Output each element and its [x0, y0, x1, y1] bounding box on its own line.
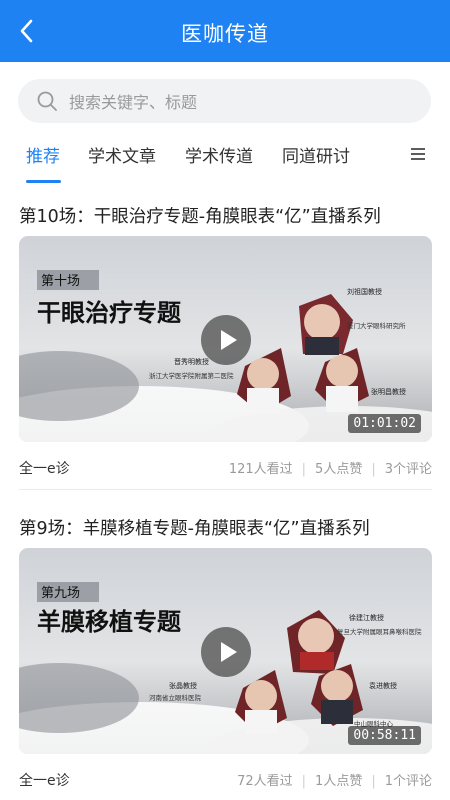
play-button[interactable]	[201, 315, 251, 365]
active-tab-indicator	[26, 180, 61, 183]
search-bar[interactable]	[18, 79, 431, 125]
play-button[interactable]	[201, 627, 251, 677]
category-tabs: 推荐 学术文章 学术传道 同道研讨	[0, 138, 450, 186]
like-count: 1人点赞	[315, 774, 363, 789]
expert-org: 河南省立眼科医院	[149, 693, 202, 702]
expert-name: 徐建江教授	[349, 613, 384, 622]
video-duration: 00:58:11	[348, 726, 421, 745]
video-title[interactable]: 第9场：羊膜移植专题-角膜眼表“亿”直播系列	[19, 515, 370, 540]
app-header: 医咖传道	[0, 0, 450, 62]
thumbnail-topic: 干眼治疗专题	[37, 298, 181, 327]
video-stats: 72人看过 | 1人点赞 | 1个评论	[237, 770, 432, 789]
video-duration: 01:01:02	[348, 414, 421, 433]
expert-name: 刘祖国教授	[347, 287, 382, 296]
expert-org: 厦门大学眼科研究所	[347, 321, 406, 330]
episode-tag: 第九场	[41, 586, 80, 601]
video-meta: 全一e诊 72人看过 | 1人点赞 | 1个评论	[19, 770, 432, 790]
like-count: 5人点赞	[315, 462, 363, 477]
expert-name: 张明昌教授	[371, 387, 406, 396]
view-count: 121人看过	[228, 462, 293, 477]
expert-org: 浙江大学医学院附属第二医院	[149, 371, 234, 380]
tab-recommend[interactable]: 推荐	[26, 142, 60, 167]
author-name[interactable]: 全一e诊	[19, 458, 70, 478]
search-icon	[37, 91, 57, 111]
divider: |	[301, 462, 307, 477]
page-title: 医咖传道	[181, 22, 269, 46]
episode-tag: 第十场	[41, 274, 80, 289]
thumbnail-topic: 羊膜移植专题	[37, 607, 181, 636]
divider: |	[371, 462, 376, 477]
video-stats: 121人看过 | 5人点赞 | 3个评论	[229, 458, 432, 477]
video-thumbnail[interactable]: 第十场 干眼治疗专题 刘祖国教授 厦门大学眼科研究所 晋秀明教授 浙江大学医学院…	[19, 236, 432, 442]
view-count: 72人看过	[237, 774, 293, 789]
tab-academic-articles[interactable]: 学术文章	[88, 142, 156, 167]
hamburger-menu-icon[interactable]	[408, 144, 428, 164]
tab-peer-discussion[interactable]: 同道研讨	[282, 142, 350, 167]
tab-academic-preaching[interactable]: 学术传道	[185, 142, 253, 167]
video-meta: 全一e诊 121人看过 | 5人点赞 | 3个评论	[19, 458, 432, 478]
comment-count: 3个评论	[384, 462, 432, 477]
search-input[interactable]	[67, 79, 411, 125]
author-name[interactable]: 全一e诊	[19, 770, 70, 790]
comment-count: 1个评论	[384, 774, 432, 789]
divider: |	[371, 774, 376, 789]
play-icon	[221, 330, 237, 350]
card-divider	[19, 489, 432, 490]
expert-org: 复旦大学附属眼耳鼻喉科医院	[337, 627, 422, 636]
video-title[interactable]: 第10场：干眼治疗专题-角膜眼表“亿”直播系列	[19, 203, 381, 228]
expert-name: 袁进教授	[369, 681, 397, 690]
divider: |	[301, 774, 307, 789]
video-thumbnail[interactable]: 第九场 羊膜移植专题 徐建江教授 复旦大学附属眼耳鼻喉科医院 袁进教授 中山眼科…	[19, 548, 432, 754]
expert-name: 张晶教授	[169, 681, 197, 690]
play-icon	[221, 642, 237, 662]
